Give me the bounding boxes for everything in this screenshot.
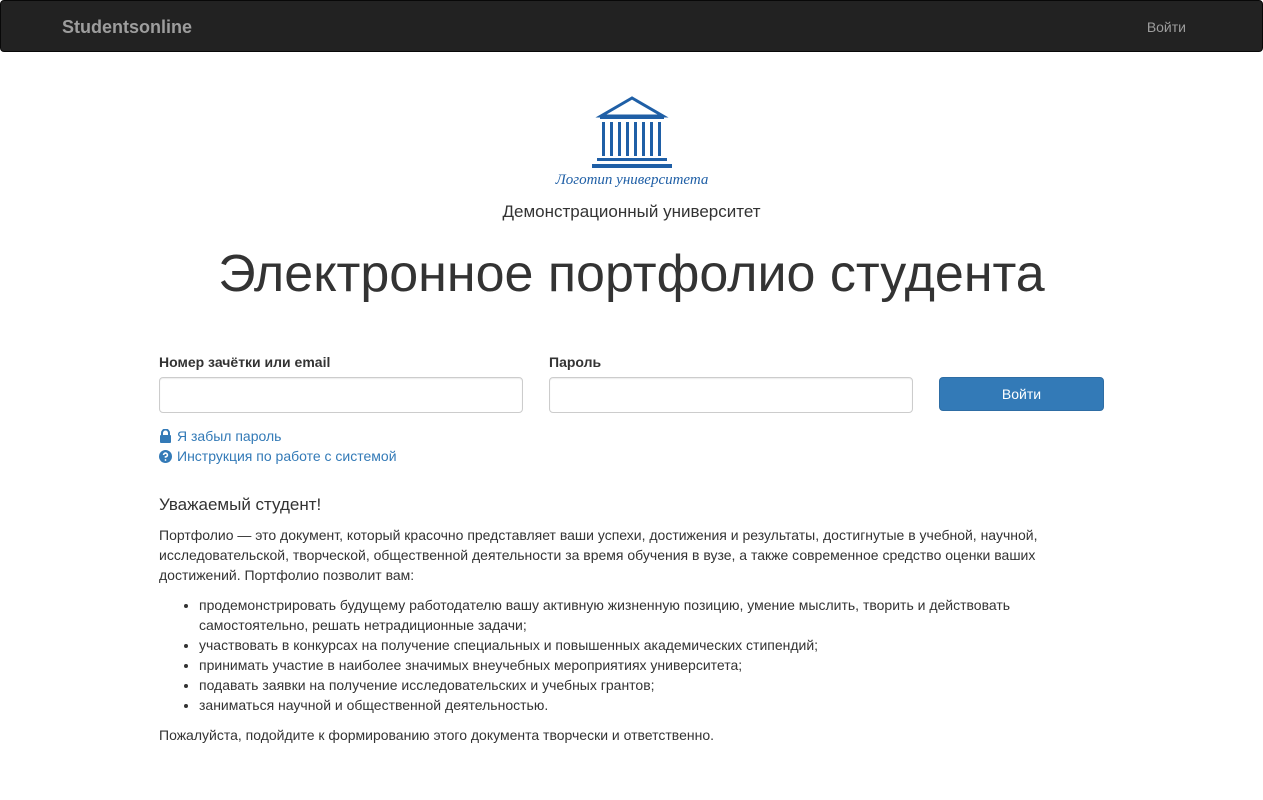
page-title: Электронное портфолио студента bbox=[218, 245, 1045, 303]
university-logo-icon bbox=[592, 96, 672, 168]
list-item: продемонстрировать будущему работодателю… bbox=[199, 595, 1089, 635]
list-item: принимать участие в наиболее значимых вн… bbox=[199, 655, 1089, 675]
password-input[interactable] bbox=[549, 377, 913, 413]
university-name: Демонстрационный университет bbox=[502, 202, 761, 221]
instructions-link[interactable]: Инструкция по работе с системой bbox=[159, 448, 397, 464]
instructions-text: Инструкция по работе с системой bbox=[177, 448, 397, 464]
forgot-password-text: Я забыл пароль bbox=[177, 428, 282, 444]
forgot-password-link[interactable]: Я забыл пароль bbox=[159, 428, 281, 444]
lock-icon bbox=[160, 429, 171, 443]
question-circle-icon bbox=[159, 449, 172, 463]
top-navbar: Studentsonline Войти bbox=[0, 0, 1263, 52]
login-label: Номер зачётки или email bbox=[159, 354, 331, 370]
benefits-list: продемонстрировать будущему работодателю… bbox=[159, 595, 1089, 715]
password-label: Пароль bbox=[549, 354, 602, 370]
list-item: участвовать в конкурсах на получение спе… bbox=[199, 635, 1089, 655]
logo-caption: Логотип университета bbox=[555, 172, 709, 188]
login-button[interactable]: Войти bbox=[939, 377, 1104, 411]
intro-paragraph: Портфолио — это документ, который красоч… bbox=[159, 527, 1038, 583]
login-input[interactable] bbox=[159, 377, 523, 413]
navbar-login-link[interactable]: Войти bbox=[1147, 18, 1186, 36]
outro-paragraph: Пожалуйста, подойдите к формированию это… bbox=[159, 727, 714, 743]
greeting-heading: Уважаемый студент! bbox=[159, 495, 322, 514]
brand-link[interactable]: Studentsonline bbox=[62, 16, 192, 38]
list-item: заниматься научной и общественной деятел… bbox=[199, 695, 1089, 715]
list-item: подавать заявки на получение исследовате… bbox=[199, 675, 1089, 695]
